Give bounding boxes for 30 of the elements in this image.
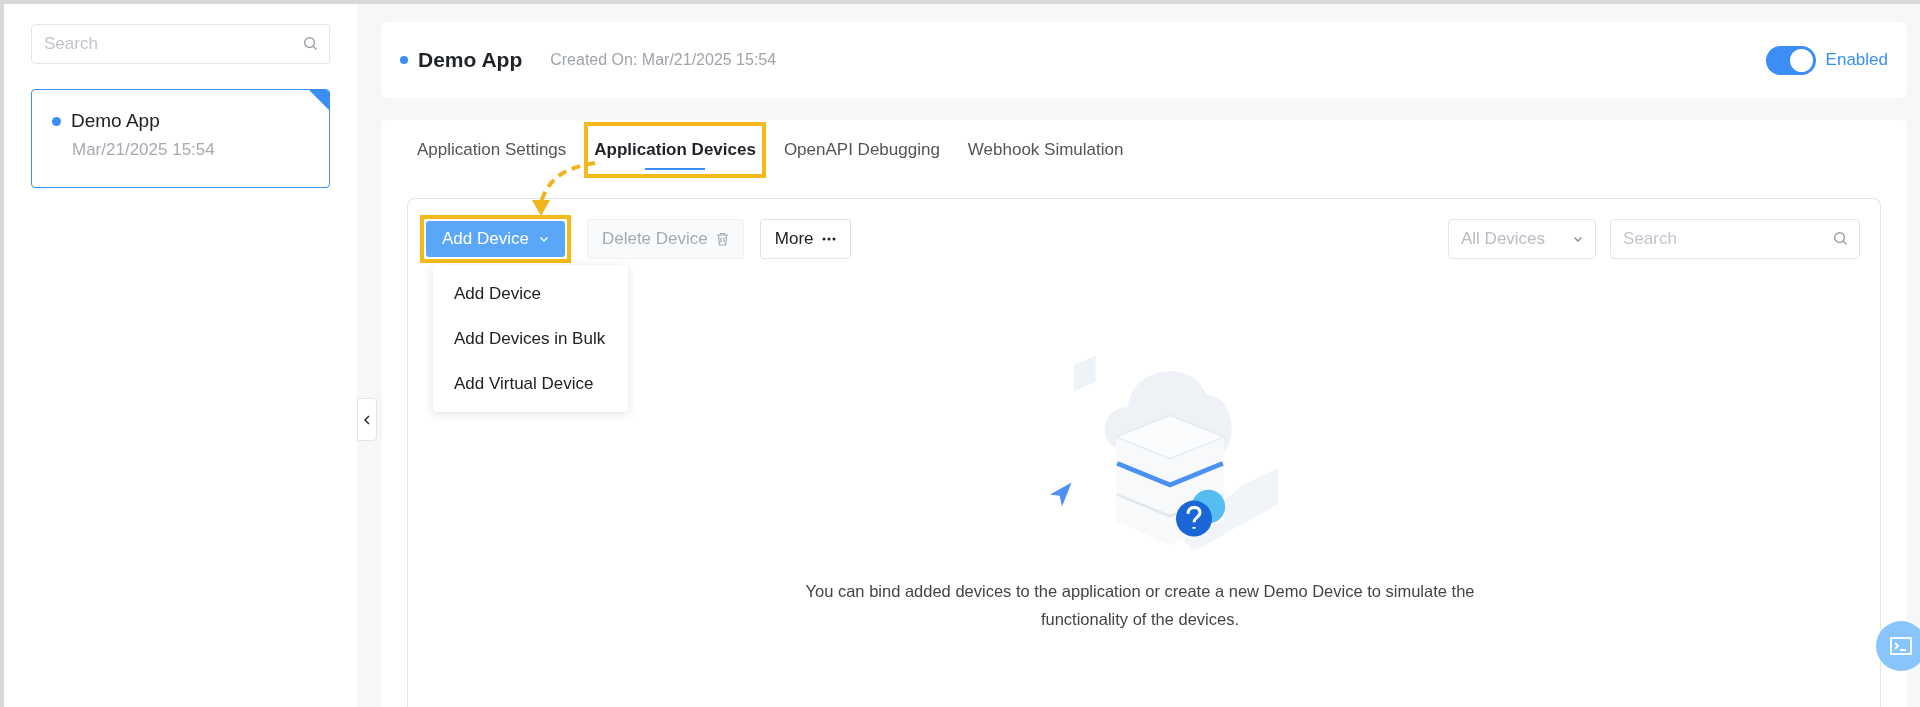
enabled-toggle[interactable]	[1765, 45, 1816, 75]
status-dot	[400, 56, 408, 64]
app-card[interactable]: Demo App Mar/21/2025 15:54	[31, 89, 330, 188]
terminal-icon	[1890, 637, 1912, 655]
created-date: Created On: Mar/21/2025 15:54	[550, 51, 777, 69]
search-field[interactable]: Search	[31, 24, 330, 64]
empty-state-message: You can bind added devices to the application or create a new Demo Device to simulate the functionality of the devices.	[804, 581, 1476, 630]
chevron-icon	[1573, 235, 1583, 243]
search-icon	[303, 36, 318, 51]
tab[interactable]: Application Devices	[588, 126, 762, 174]
search-field[interactable]: Search	[1610, 219, 1860, 259]
toggle-label: Enabled	[1825, 50, 1888, 70]
menu-item[interactable]: Add Devices in Bulk	[433, 316, 628, 361]
more-button[interactable]: More	[759, 219, 851, 259]
tab[interactable]: Webhook Simulation	[961, 126, 1130, 174]
ellipsis-icon	[821, 237, 836, 241]
caret-icon	[538, 235, 549, 243]
trash-icon	[715, 232, 729, 246]
search-icon	[1833, 231, 1848, 246]
collapse-button[interactable]	[357, 398, 377, 441]
chevron-left-icon	[363, 414, 371, 425]
selected-corner-mark	[309, 90, 329, 110]
app-title: Demo App	[418, 48, 523, 72]
status-dot	[52, 116, 61, 126]
menu-item[interactable]: Add Device	[433, 271, 628, 316]
tab[interactable]: OpenAPI Debugging	[777, 126, 946, 174]
app-date: Mar/21/2025 15:54	[72, 140, 216, 160]
app-name: Demo App	[71, 110, 160, 132]
menu-item[interactable]: Add Virtual Device	[433, 361, 628, 406]
tab[interactable]: Application Settings	[411, 126, 573, 174]
